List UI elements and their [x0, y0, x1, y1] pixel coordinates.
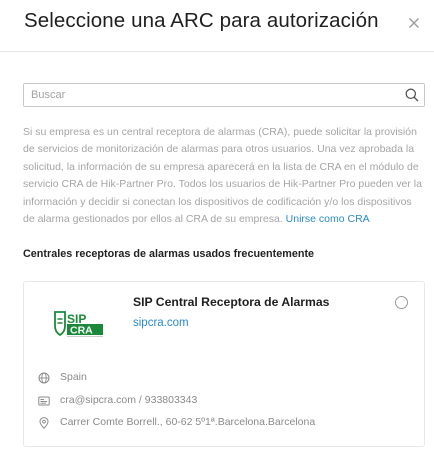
- close-icon: [409, 18, 419, 28]
- search-box: [23, 83, 425, 107]
- description-text: Si su empresa es un central receptora de…: [23, 126, 422, 226]
- arc-address: Carrer Comte Borrell., 60-62 5º1ª.Barcel…: [60, 416, 316, 428]
- dialog-title: Seleccione una ARC para autorización: [24, 9, 379, 32]
- arc-select-radio[interactable]: [395, 296, 408, 309]
- arc-contact: cra@sipcra.com / 933803343: [60, 394, 198, 406]
- arc-country: Spain: [60, 371, 87, 383]
- svg-text:CRA: CRA: [70, 325, 93, 337]
- frequent-arc-heading: Centrales receptoras de alarmas usados f…: [23, 248, 315, 260]
- sip-cra-logo: SIP CRA: [54, 311, 103, 337]
- contact-card-icon: [38, 396, 50, 406]
- join-as-arc-link[interactable]: Unirse como CRA: [286, 213, 370, 225]
- search-input[interactable]: [31, 86, 391, 104]
- close-button[interactable]: [404, 13, 424, 33]
- dialog-header: Seleccione una ARC para autorización: [0, 0, 434, 52]
- arc-name: SIP Central Receptora de Alarmas: [133, 295, 330, 309]
- arc-card[interactable]: SIP CRA SIP Central Receptora de Alarmas…: [23, 281, 425, 447]
- arc-website-link[interactable]: sipcra.com: [133, 317, 189, 329]
- select-arc-dialog: Seleccione una ARC para autorización Si …: [0, 0, 434, 458]
- arc-description: Si su empresa es un central receptora de…: [23, 124, 426, 228]
- location-pin-icon: [39, 417, 49, 429]
- globe-icon: [38, 372, 50, 384]
- search-icon[interactable]: [404, 87, 420, 103]
